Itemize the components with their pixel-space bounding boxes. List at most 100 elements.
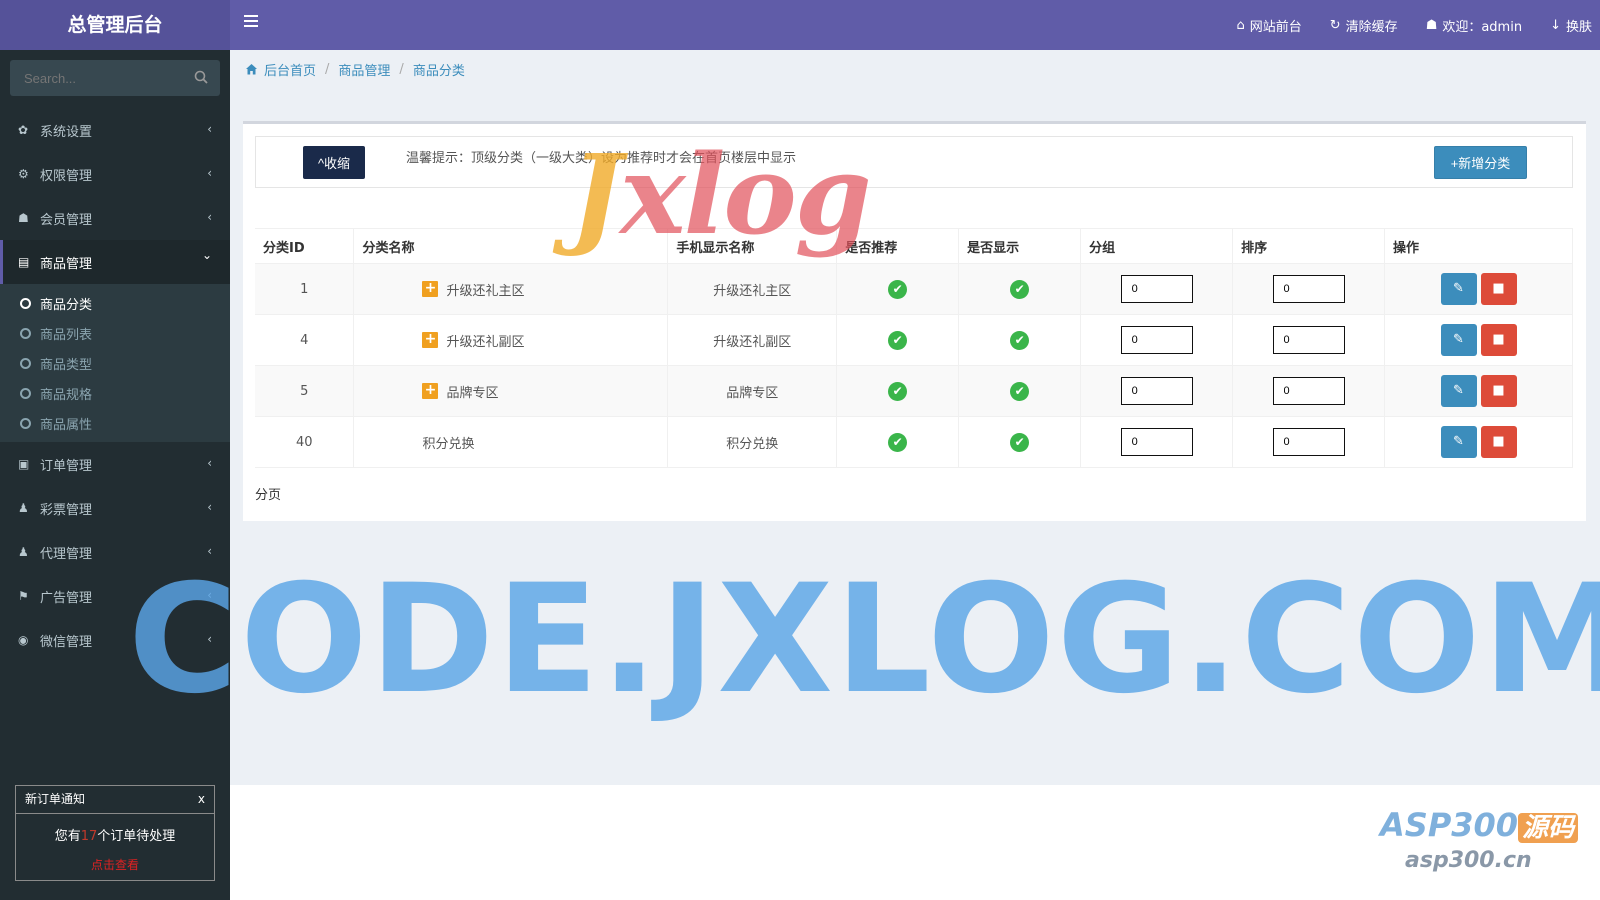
edit-button[interactable]: ✎ [1440, 375, 1477, 407]
group-input[interactable] [1120, 377, 1193, 405]
chevron-left-icon: ‹ [207, 456, 212, 470]
submenu-item-spec[interactable]: 商品规格 [0, 378, 230, 408]
toolbar: ^收缩 温馨提示：顶级分类（一级大类）设为推荐时才会在首页楼层中显示 +新增分类 [255, 136, 1573, 188]
user-icon: ☗ [18, 211, 29, 225]
submenu-item-attribute[interactable]: 商品属性 [0, 408, 230, 438]
cell-id: 4 [255, 314, 355, 366]
notice-header: 新订单通知 x [16, 786, 214, 814]
cell-recommend: ✔ [836, 263, 960, 315]
sidebar-item-orders[interactable]: ▣ 订单管理 ‹ [0, 442, 230, 486]
check-circle-icon[interactable]: ✔ [888, 432, 908, 452]
sidebar-item-system[interactable]: ✿ 系统设置 ‹ [0, 108, 230, 152]
watermark-logo-j: J [570, 130, 622, 259]
delete-button[interactable]: ■ [1480, 324, 1517, 356]
sort-input[interactable] [1272, 428, 1345, 456]
delete-button[interactable]: ■ [1480, 426, 1517, 458]
chevron-left-icon: ‹ [207, 500, 212, 514]
nav-user[interactable]: ☗ 欢迎：admin [1426, 16, 1522, 35]
group-input[interactable] [1120, 326, 1193, 354]
cell-id: 1 [255, 263, 355, 315]
nav-skin[interactable]: ↓ 换肤 [1550, 16, 1592, 35]
notice-view-link[interactable]: 点击查看 [91, 858, 139, 872]
cell-id: 5 [255, 365, 355, 417]
search-input[interactable] [10, 60, 185, 96]
cell-recommend: ✔ [836, 365, 960, 417]
check-circle-icon[interactable]: ✔ [888, 330, 908, 350]
cell-recommend: ✔ [836, 314, 960, 366]
watermark-asp-src: 源码 [1518, 813, 1579, 843]
category-name: 积分兑换 [422, 436, 475, 452]
group-input[interactable] [1120, 428, 1193, 456]
breadcrumb-separator: / [399, 61, 404, 77]
sidebar-item-members[interactable]: ☗ 会员管理 ‹ [0, 196, 230, 240]
cell-group [1080, 416, 1234, 468]
nav-site-front[interactable]: ⌂ 网站前台 [1236, 16, 1301, 35]
refresh-icon: ↻ [1329, 17, 1341, 33]
edit-button[interactable]: ✎ [1440, 426, 1477, 458]
submenu-item-list[interactable]: 商品列表 [0, 318, 230, 348]
cell-actions: ✎ ■ [1384, 365, 1573, 417]
delete-button[interactable]: ■ [1480, 273, 1517, 305]
expand-plus-icon[interactable]: + [422, 332, 439, 348]
edit-button[interactable]: ✎ [1440, 273, 1477, 305]
asp300-url-watermark: asp300.cn [1405, 848, 1532, 873]
home-icon: ⌂ [1236, 17, 1245, 33]
column-header: 操作 [1384, 228, 1573, 264]
flag-icon: ⚑ [18, 589, 29, 603]
collapse-button[interactable]: ^收缩 [303, 146, 365, 179]
new-order-notice: 新订单通知 x 您有17个订单待处理 点击查看 [15, 785, 215, 881]
sidebar-item-permission[interactable]: ⚙ 权限管理 ‹ [0, 152, 230, 196]
sort-input[interactable] [1272, 275, 1345, 303]
check-circle-icon[interactable]: ✔ [1010, 330, 1030, 350]
check-circle-icon[interactable]: ✔ [1010, 279, 1030, 299]
check-circle-icon[interactable]: ✔ [1010, 432, 1030, 452]
cell-mobile-name: 品牌专区 [667, 365, 838, 417]
add-category-button[interactable]: +新增分类 [1434, 146, 1527, 179]
nav-clear-cache[interactable]: ↻ 清除缓存 [1330, 16, 1398, 35]
cell-mobile-name: 升级还礼副区 [667, 314, 838, 366]
sort-input[interactable] [1272, 326, 1345, 354]
top-navbar: 总管理后台 ⌂ 网站前台 ↻ 清除缓存 ☗ 欢迎：admin ↓ 换肤 [0, 0, 1600, 50]
expand-plus-icon[interactable]: + [422, 383, 439, 399]
close-icon[interactable]: x [198, 786, 205, 813]
cell-id: 40 [255, 416, 355, 468]
sidebar-item-label: 广告管理 [40, 590, 93, 606]
skin-icon: ↓ [1550, 17, 1561, 33]
menu-toggle-icon[interactable] [244, 15, 258, 27]
bell-icon: ♟ [18, 545, 29, 559]
pagination[interactable]: 分页 [255, 484, 281, 503]
sidebar: ✿ 系统设置 ‹ ⚙ 权限管理 ‹ ☗ 会员管理 ‹ ▤ 商品管理 ⌄ 商品分类 [0, 50, 230, 900]
cell-actions: ✎ ■ [1384, 314, 1573, 366]
cell-show: ✔ [958, 314, 1082, 366]
cell-group [1080, 365, 1234, 417]
table-row: 1 + 升级还礼主区 升级还礼主区 ✔ ✔ ✎■ [255, 263, 1573, 315]
app-logo[interactable]: 总管理后台 [0, 0, 230, 50]
check-circle-icon[interactable]: ✔ [888, 279, 908, 299]
sidebar-item-goods[interactable]: ▤ 商品管理 ⌄ [0, 240, 230, 284]
circle-icon [20, 297, 31, 309]
sidebar-item-lottery[interactable]: ♟ 彩票管理 ‹ [0, 486, 230, 530]
breadcrumb-separator: / [325, 61, 330, 77]
group-input[interactable] [1120, 275, 1193, 303]
edit-button[interactable]: ✎ [1440, 324, 1477, 356]
check-circle-icon[interactable]: ✔ [1010, 381, 1030, 401]
breadcrumb-goods[interactable]: 商品管理 [338, 60, 390, 79]
breadcrumb: 后台首页 / 商品管理 / 商品分类 [245, 59, 465, 79]
search-icon[interactable] [194, 70, 208, 84]
column-header: 是否显示 [958, 228, 1082, 264]
breadcrumb-home[interactable]: 后台首页 [264, 60, 316, 79]
cell-group [1080, 263, 1234, 315]
cell-name: 积分兑换 [353, 416, 669, 468]
cell-name: + 品牌专区 [353, 365, 669, 417]
check-circle-icon[interactable]: ✔ [888, 381, 908, 401]
submenu-item-category[interactable]: 商品分类 [0, 288, 230, 318]
submenu-item-type[interactable]: 商品类型 [0, 348, 230, 378]
cell-group [1080, 314, 1234, 366]
chevron-left-icon: ‹ [207, 122, 212, 136]
cell-sort [1232, 263, 1386, 315]
expand-plus-icon[interactable]: + [422, 281, 439, 297]
table-row: 4 + 升级还礼副区 升级还礼副区 ✔ ✔ ✎■ [255, 314, 1573, 366]
sort-input[interactable] [1272, 377, 1345, 405]
sidebar-search [10, 60, 220, 96]
delete-button[interactable]: ■ [1480, 375, 1517, 407]
